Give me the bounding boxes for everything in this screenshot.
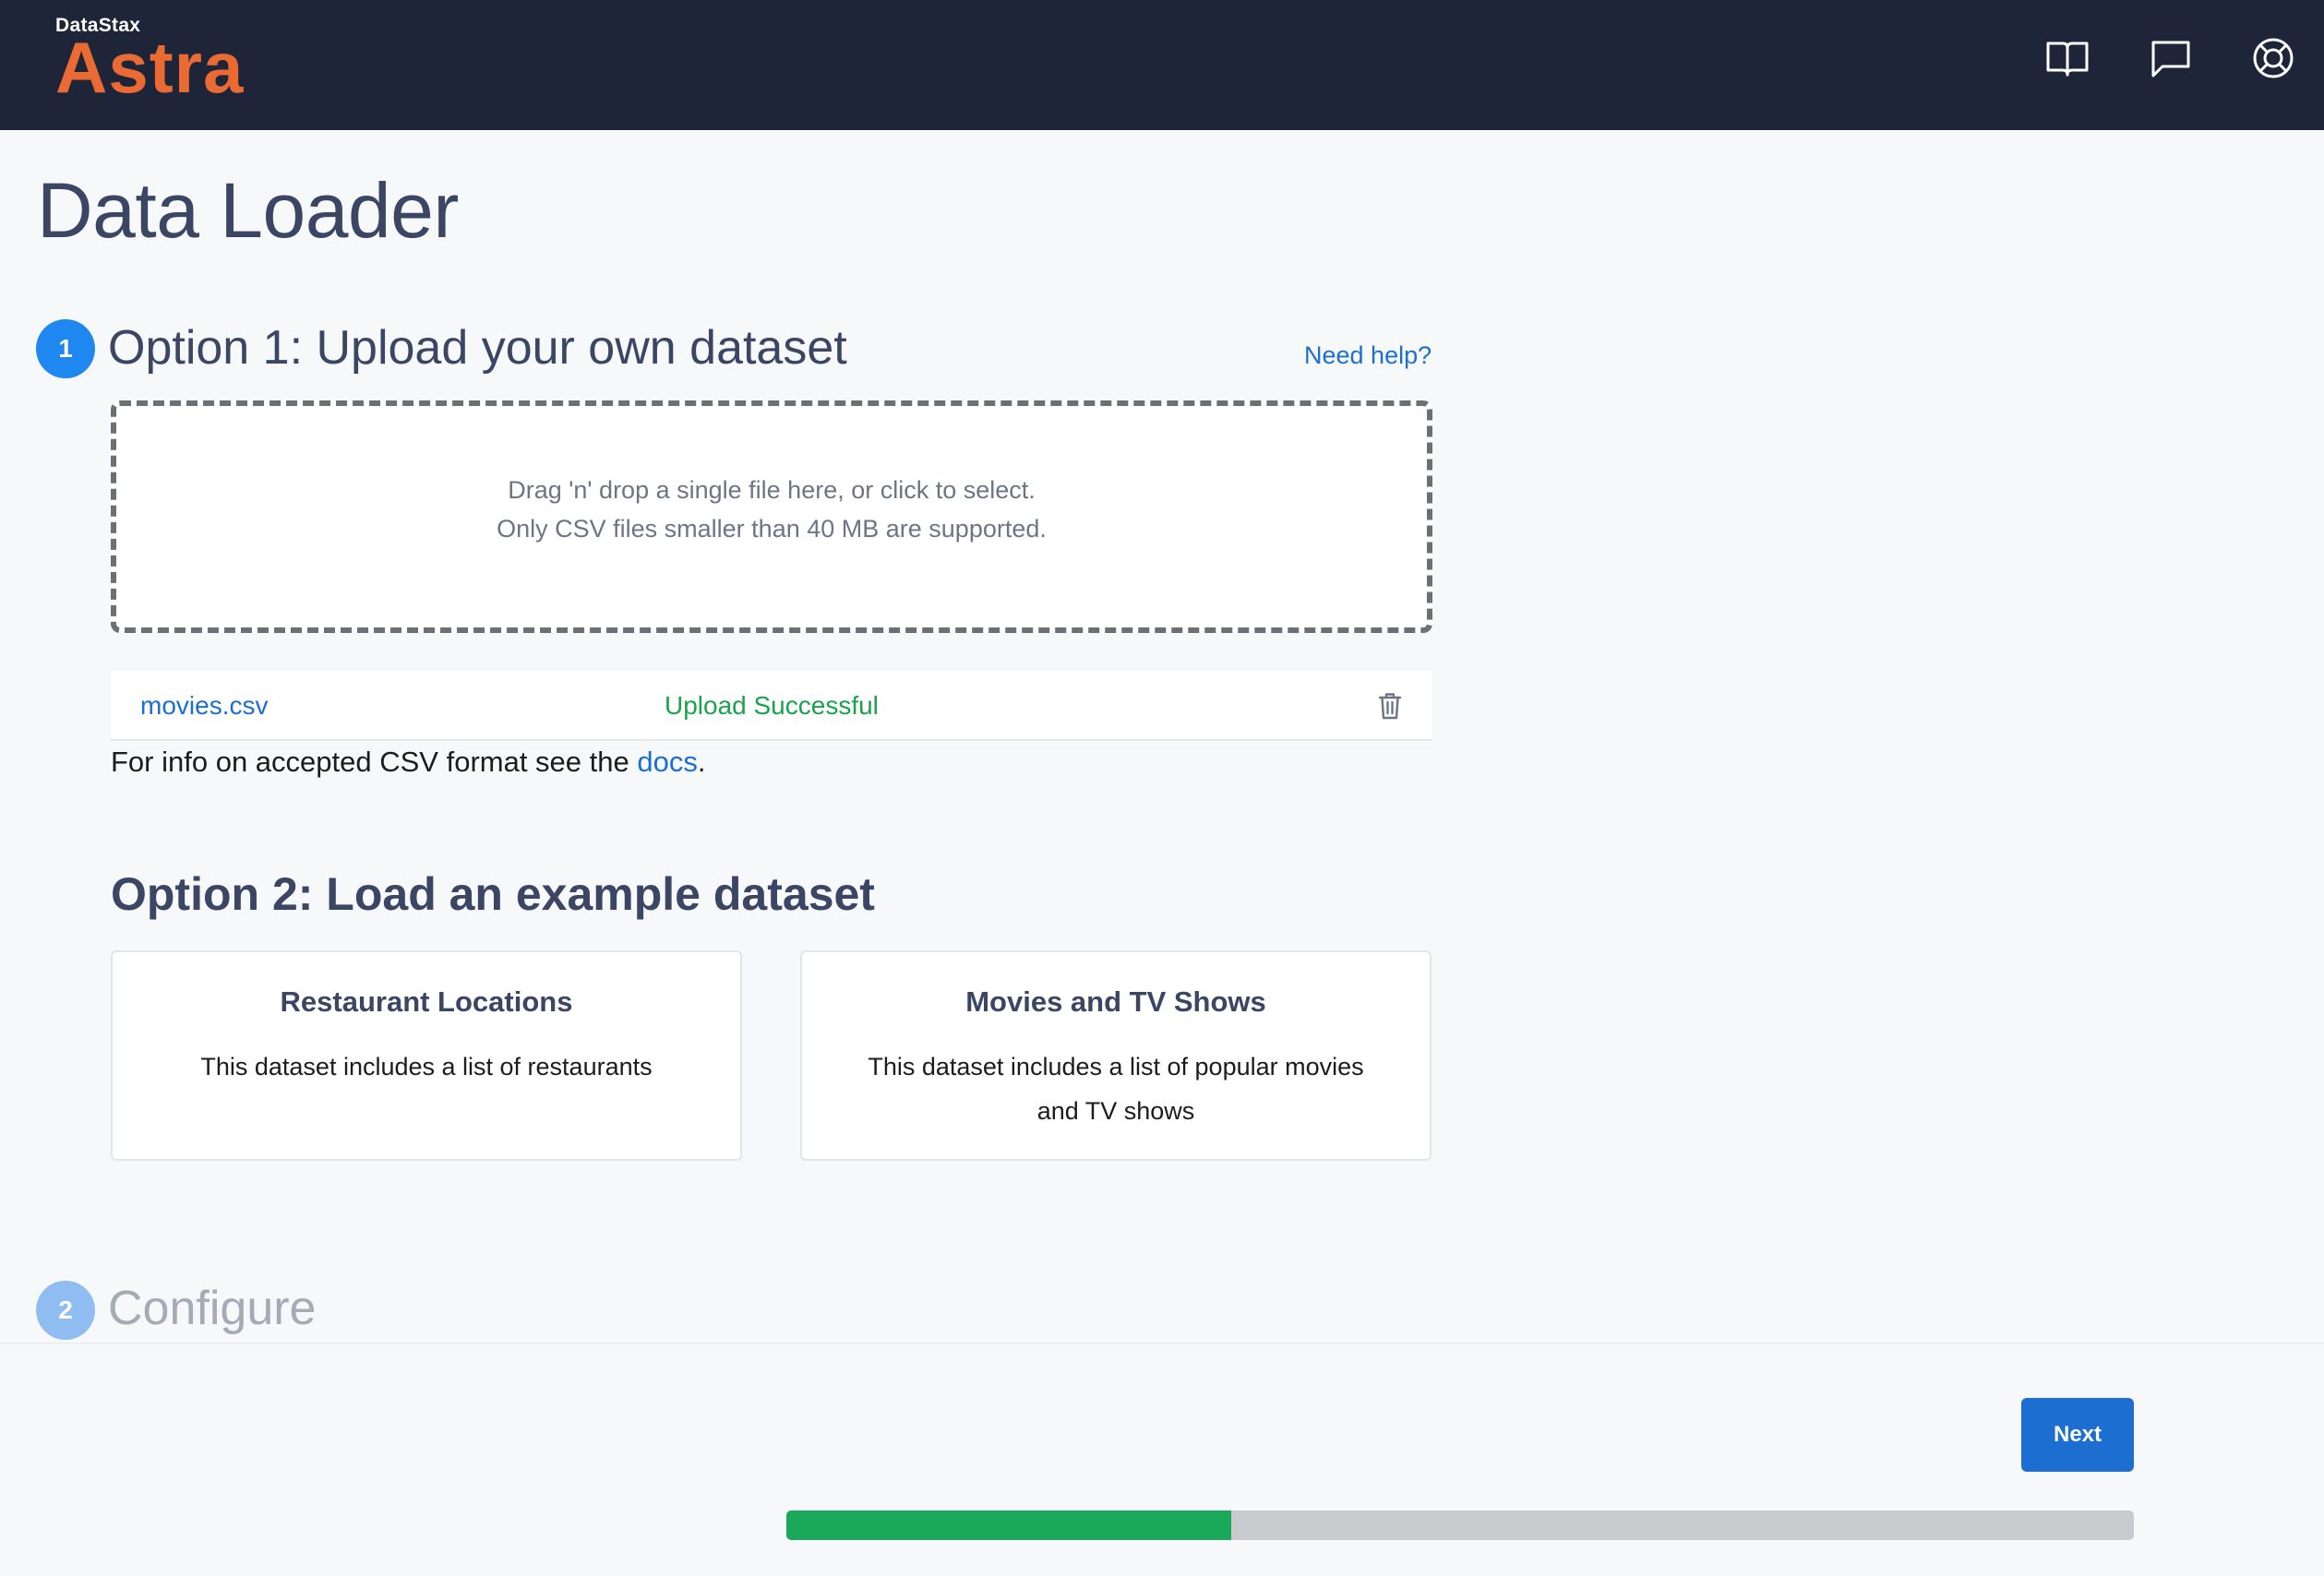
wizard-progress-bar (786, 1510, 2134, 1540)
docs-link[interactable]: docs (637, 746, 697, 778)
help-lifebuoy-icon[interactable] (2250, 35, 2296, 81)
wizard-footer: Next (0, 1343, 2324, 1576)
upload-status: Upload Successful (665, 691, 879, 720)
uploaded-file-name[interactable]: movies.csv (140, 691, 268, 721)
docs-book-icon[interactable] (2044, 35, 2090, 81)
card-description: This dataset includes a list of popular … (868, 1053, 1364, 1125)
trash-icon[interactable] (1372, 687, 1408, 724)
card-title: Restaurant Locations (280, 985, 573, 1018)
example-dataset-card-movies[interactable]: Movies and TV Shows This dataset include… (800, 950, 1432, 1161)
csv-info-period: . (697, 746, 706, 778)
progress-fill (786, 1510, 1231, 1540)
step-1-badge: 1 (36, 319, 95, 378)
brand-product-name: Astra (55, 27, 245, 108)
top-navigation-bar: DataStax Astra (0, 0, 2324, 130)
need-help-link[interactable]: Need help? (1304, 341, 1432, 370)
step-2-badge: 2 (36, 1281, 95, 1340)
uploaded-file-row: movies.csv Upload Successful (111, 671, 1432, 741)
example-dataset-card-restaurants[interactable]: Restaurant Locations This dataset includ… (111, 950, 742, 1161)
csv-format-info: For info on accepted CSV format see the … (111, 746, 705, 779)
dropzone-file-constraint: Only CSV files smaller than 40 MB are su… (497, 515, 1047, 543)
next-button[interactable]: Next (2021, 1398, 2134, 1472)
astra-logo[interactable]: DataStax Astra (55, 15, 245, 108)
page-title: Data Loader (37, 167, 459, 254)
option-2-heading: Option 2: Load an example dataset (111, 868, 875, 920)
csv-info-text: For info on accepted CSV format see the (111, 746, 638, 778)
card-title: Movies and TV Shows (965, 985, 1266, 1018)
dropzone-instruction: Drag 'n' drop a single file here, or cli… (508, 476, 1036, 504)
card-description: This dataset includes a list of restaura… (200, 1053, 653, 1081)
file-dropzone[interactable]: Drag 'n' drop a single file here, or cli… (111, 400, 1432, 633)
chat-icon[interactable] (2148, 35, 2194, 81)
option-1-heading: Option 1: Upload your own dataset (108, 321, 847, 375)
configure-heading: Configure (108, 1282, 317, 1335)
